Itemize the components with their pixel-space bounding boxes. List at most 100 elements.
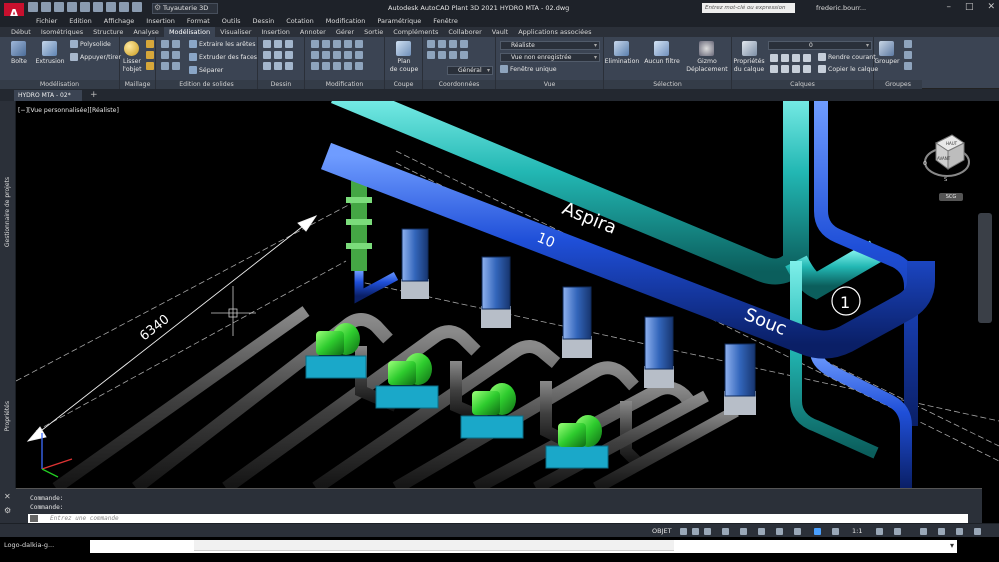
- polysolid-button[interactable]: Polysolide: [70, 40, 111, 49]
- viewport-controls-label[interactable]: [−][Vue personnalisée][Réaliste]: [18, 107, 119, 114]
- document-tab[interactable]: HYDRO MTA - 02*: [14, 90, 82, 101]
- align-icon[interactable]: [333, 62, 341, 70]
- ucs-named-select[interactable]: Général: [447, 66, 493, 75]
- ribbon-tab[interactable]: Analyse: [128, 27, 164, 37]
- group-edit-icon[interactable]: [904, 51, 912, 59]
- layer-tool-icon[interactable]: [781, 65, 789, 73]
- layer-tool-icon[interactable]: [803, 54, 811, 62]
- match-layer-button[interactable]: Copier le calque: [818, 65, 878, 74]
- section-plane-icon[interactable]: [396, 41, 411, 56]
- copy-icon[interactable]: [333, 40, 341, 48]
- hardware-accel-icon[interactable]: [920, 528, 927, 535]
- customize-icon[interactable]: [956, 528, 963, 535]
- separate-button[interactable]: Séparer: [189, 66, 223, 75]
- section-plane-button[interactable]: Plan de coupe: [385, 58, 423, 73]
- culling-icon[interactable]: [614, 41, 629, 56]
- ucs-view-icon[interactable]: [460, 51, 468, 59]
- menu-item[interactable]: Insertion: [140, 16, 181, 27]
- menu-item[interactable]: Fichier: [30, 16, 63, 27]
- panel-title-calques[interactable]: Calques: [732, 80, 873, 89]
- scale-icon[interactable]: [311, 51, 319, 59]
- move-icon[interactable]: [311, 40, 319, 48]
- close-command-icon[interactable]: ✕: [4, 492, 11, 501]
- box-icon[interactable]: [11, 41, 26, 56]
- ribbon-tab[interactable]: Visualiser: [215, 27, 256, 37]
- annotation-visibility-icon[interactable]: [814, 528, 821, 535]
- close-icon[interactable]: ✕: [987, 2, 995, 12]
- minimize-icon[interactable]: –: [946, 2, 951, 12]
- properties-tab[interactable]: Propriétés: [4, 401, 11, 431]
- ucs-icon[interactable]: [427, 40, 435, 48]
- interfere-icon[interactable]: [172, 51, 180, 59]
- maximize-icon[interactable]: □: [965, 2, 974, 12]
- layer-tool-icon[interactable]: [770, 54, 778, 62]
- offset-icon[interactable]: [333, 51, 341, 59]
- ribbon-tab[interactable]: Applications associées: [513, 27, 596, 37]
- culling-button[interactable]: Elimination: [604, 58, 640, 66]
- fillet-icon[interactable]: [355, 51, 363, 59]
- rotate-icon[interactable]: [322, 40, 330, 48]
- ucs-y-icon[interactable]: [438, 51, 446, 59]
- extrusion-button[interactable]: Extrusion: [34, 58, 66, 66]
- panel-title-maillage[interactable]: Maillage: [120, 80, 155, 89]
- isolate-icon[interactable]: [894, 528, 901, 535]
- panel-title-dessin[interactable]: Dessin: [258, 80, 304, 89]
- line-icon[interactable]: [263, 40, 271, 48]
- transparency-icon[interactable]: [794, 528, 801, 535]
- layer-select[interactable]: 0: [768, 41, 872, 50]
- chevron-down-icon[interactable]: ▾: [950, 541, 954, 550]
- panel-title-selection[interactable]: Sélection: [604, 80, 731, 89]
- command-input[interactable]: Entrez une commande: [28, 514, 968, 523]
- polyline-icon[interactable]: [274, 40, 282, 48]
- panel-title-modelisation[interactable]: Modélisation: [0, 80, 119, 89]
- viewport-config-button[interactable]: Fenêtre unique: [500, 65, 557, 74]
- join-icon[interactable]: [344, 62, 352, 70]
- undo-icon[interactable]: [106, 2, 116, 12]
- group-icon[interactable]: [879, 41, 894, 56]
- press-pull-button[interactable]: Appuyer/tirer: [70, 53, 121, 62]
- ribbon-tab[interactable]: Gérer: [331, 27, 359, 37]
- group-button[interactable]: Grouper: [874, 58, 900, 66]
- rectangle-icon[interactable]: [274, 62, 282, 70]
- user-account[interactable]: frederic.bourr...: [816, 4, 866, 12]
- ribbon-tab[interactable]: Isométriques: [36, 27, 88, 37]
- save-as-icon[interactable]: [67, 2, 77, 12]
- menu-item[interactable]: Cotation: [280, 16, 320, 27]
- menu-icon[interactable]: [974, 528, 981, 535]
- subtract-icon[interactable]: [172, 40, 180, 48]
- ucs-z-icon[interactable]: [449, 51, 457, 59]
- new-file-icon[interactable]: [28, 2, 38, 12]
- visual-style-select[interactable]: Réaliste: [500, 41, 600, 50]
- layer-properties-icon[interactable]: [742, 41, 757, 56]
- new-tab-button[interactable]: +: [90, 90, 98, 101]
- grid-icon[interactable]: [680, 528, 687, 535]
- ungroup-icon[interactable]: [904, 40, 912, 48]
- stretch-icon[interactable]: [355, 40, 363, 48]
- named-view-select[interactable]: Vue non enregistrée: [500, 53, 600, 62]
- ribbon-tab[interactable]: Vault: [487, 27, 513, 37]
- ribbon-tab[interactable]: Compléments: [388, 27, 443, 37]
- menu-item[interactable]: Outils: [216, 16, 247, 27]
- ellipse-icon[interactable]: [285, 51, 293, 59]
- explode-icon[interactable]: [322, 62, 330, 70]
- command-settings-icon[interactable]: ⚙: [4, 506, 11, 515]
- panel-title-vue[interactable]: Vue: [496, 80, 603, 89]
- menu-item[interactable]: Edition: [63, 16, 98, 27]
- polygon-icon[interactable]: [263, 62, 271, 70]
- arc-icon[interactable]: [263, 51, 271, 59]
- workspace-select[interactable]: Tuyauterie 3D: [152, 3, 218, 14]
- mesh-tool-icon[interactable]: [146, 62, 154, 70]
- no-filter-button[interactable]: Aucun filtre: [642, 58, 682, 66]
- search-input[interactable]: Entrez mot-clé ou expression: [702, 3, 795, 13]
- union-icon[interactable]: [161, 40, 169, 48]
- layer-properties-button[interactable]: Propriétés du calque: [732, 58, 766, 73]
- ribbon-tab[interactable]: Insertion: [256, 27, 295, 37]
- panel-title-coupe[interactable]: Coupe: [385, 80, 422, 89]
- menu-item[interactable]: Paramétrique: [371, 16, 427, 27]
- ribbon-tab[interactable]: Collaborer: [443, 27, 486, 37]
- ucs-object-icon[interactable]: [460, 40, 468, 48]
- menu-item[interactable]: Dessin: [247, 16, 281, 27]
- ucs-menu[interactable]: SCG: [939, 193, 963, 201]
- download-item[interactable]: Logo-dalkia-g...: [4, 541, 54, 549]
- ucs-world-icon[interactable]: [438, 40, 446, 48]
